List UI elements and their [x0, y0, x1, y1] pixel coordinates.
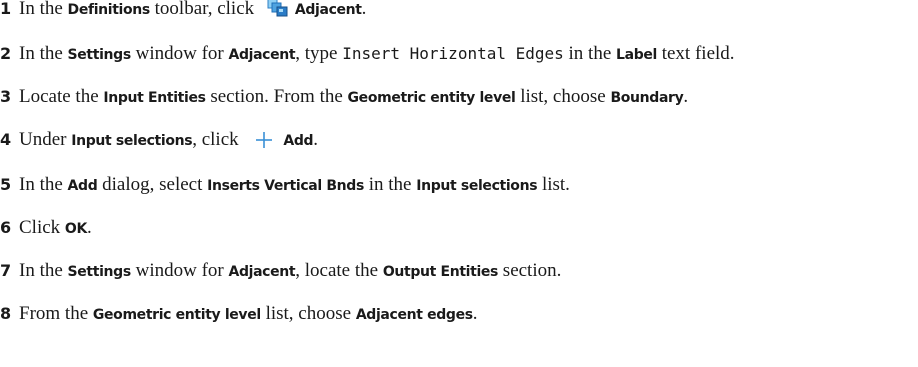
- node-name: Adjacent: [228, 47, 296, 63]
- selection-name: Inserts Vertical Bnds: [207, 178, 364, 194]
- step-text: toolbar, click: [149, 0, 259, 19]
- step-number: 7: [0, 261, 12, 280]
- step-text: dialog, select: [97, 174, 208, 195]
- plus-icon: [255, 129, 273, 158]
- step-text: In the: [19, 43, 68, 64]
- step-number: 6: [0, 218, 12, 237]
- step-text: Click: [19, 217, 65, 238]
- step-text: .: [361, 0, 367, 19]
- step-7: 7 In the Settings window for Adjacent, l…: [0, 256, 918, 287]
- list-name: Geometric entity level: [92, 307, 261, 323]
- section-name: Input Entities: [103, 90, 206, 106]
- node-name: Adjacent: [228, 264, 296, 280]
- step-text: , locate the: [295, 260, 383, 281]
- step-text: From the: [19, 303, 93, 324]
- step-text: window for: [130, 43, 229, 64]
- step-text: .: [86, 217, 92, 238]
- ok-command: OK: [64, 221, 87, 237]
- step-4: 4 Under Input selections, click Add.: [0, 125, 918, 158]
- step-3: 3 Locate the Input Entities section. Fro…: [0, 82, 918, 113]
- step-text: window for: [130, 260, 229, 281]
- step-8: 8 From the Geometric entity level list, …: [0, 299, 918, 330]
- dialog-name: Add: [67, 178, 98, 194]
- step-text: In the: [19, 0, 68, 19]
- step-number: 1: [0, 0, 12, 18]
- step-text: , click: [192, 129, 244, 150]
- step-text: .: [313, 129, 318, 150]
- typed-value: Insert Horizontal Edges: [342, 44, 564, 63]
- step-5: 5 In the Add dialog, select Inserts Vert…: [0, 170, 918, 201]
- list-name: Input selections: [416, 178, 538, 194]
- step-number: 4: [0, 130, 12, 149]
- step-text: text field.: [656, 43, 735, 64]
- step-number: 8: [0, 304, 12, 323]
- instruction-list: 1 In the Definitions toolbar, click Adja…: [0, 0, 918, 342]
- step-text: .: [683, 86, 689, 107]
- step-text: list.: [537, 174, 570, 195]
- step-text: in the: [363, 174, 417, 195]
- step-number: 3: [0, 87, 12, 106]
- toolbar-name: Definitions: [67, 2, 151, 18]
- list-name: Geometric entity level: [347, 90, 516, 106]
- step-text: list, choose: [515, 86, 611, 107]
- step-text: list, choose: [260, 303, 356, 324]
- option-name: Boundary: [610, 90, 684, 106]
- adjacent-icon: [267, 0, 289, 27]
- step-text: section.: [498, 260, 562, 281]
- section-name: Output Entities: [382, 264, 499, 280]
- window-name: Settings: [67, 47, 132, 63]
- add-command: Add: [283, 133, 314, 149]
- step-text: Under: [19, 129, 72, 150]
- field-name: Label: [616, 47, 657, 63]
- adjacent-command: Adjacent: [294, 2, 362, 18]
- step-number: 2: [0, 44, 12, 63]
- step-text: section. From the: [205, 86, 348, 107]
- step-text: In the: [19, 174, 68, 195]
- step-6: 6 Click OK.: [0, 213, 918, 244]
- window-name: Settings: [67, 264, 132, 280]
- step-text: .: [472, 303, 478, 324]
- step-number: 5: [0, 175, 12, 194]
- option-name: Adjacent edges: [355, 307, 473, 323]
- step-text: Locate the: [19, 86, 104, 107]
- step-text: in the: [563, 43, 617, 64]
- step-2: 2 In the Settings window for Adjacent, t…: [0, 39, 918, 70]
- step-1: 1 In the Definitions toolbar, click Adja…: [0, 0, 918, 27]
- step-text: , type: [295, 43, 343, 64]
- subsection-name: Input selections: [71, 133, 193, 149]
- step-text: In the: [19, 260, 68, 281]
